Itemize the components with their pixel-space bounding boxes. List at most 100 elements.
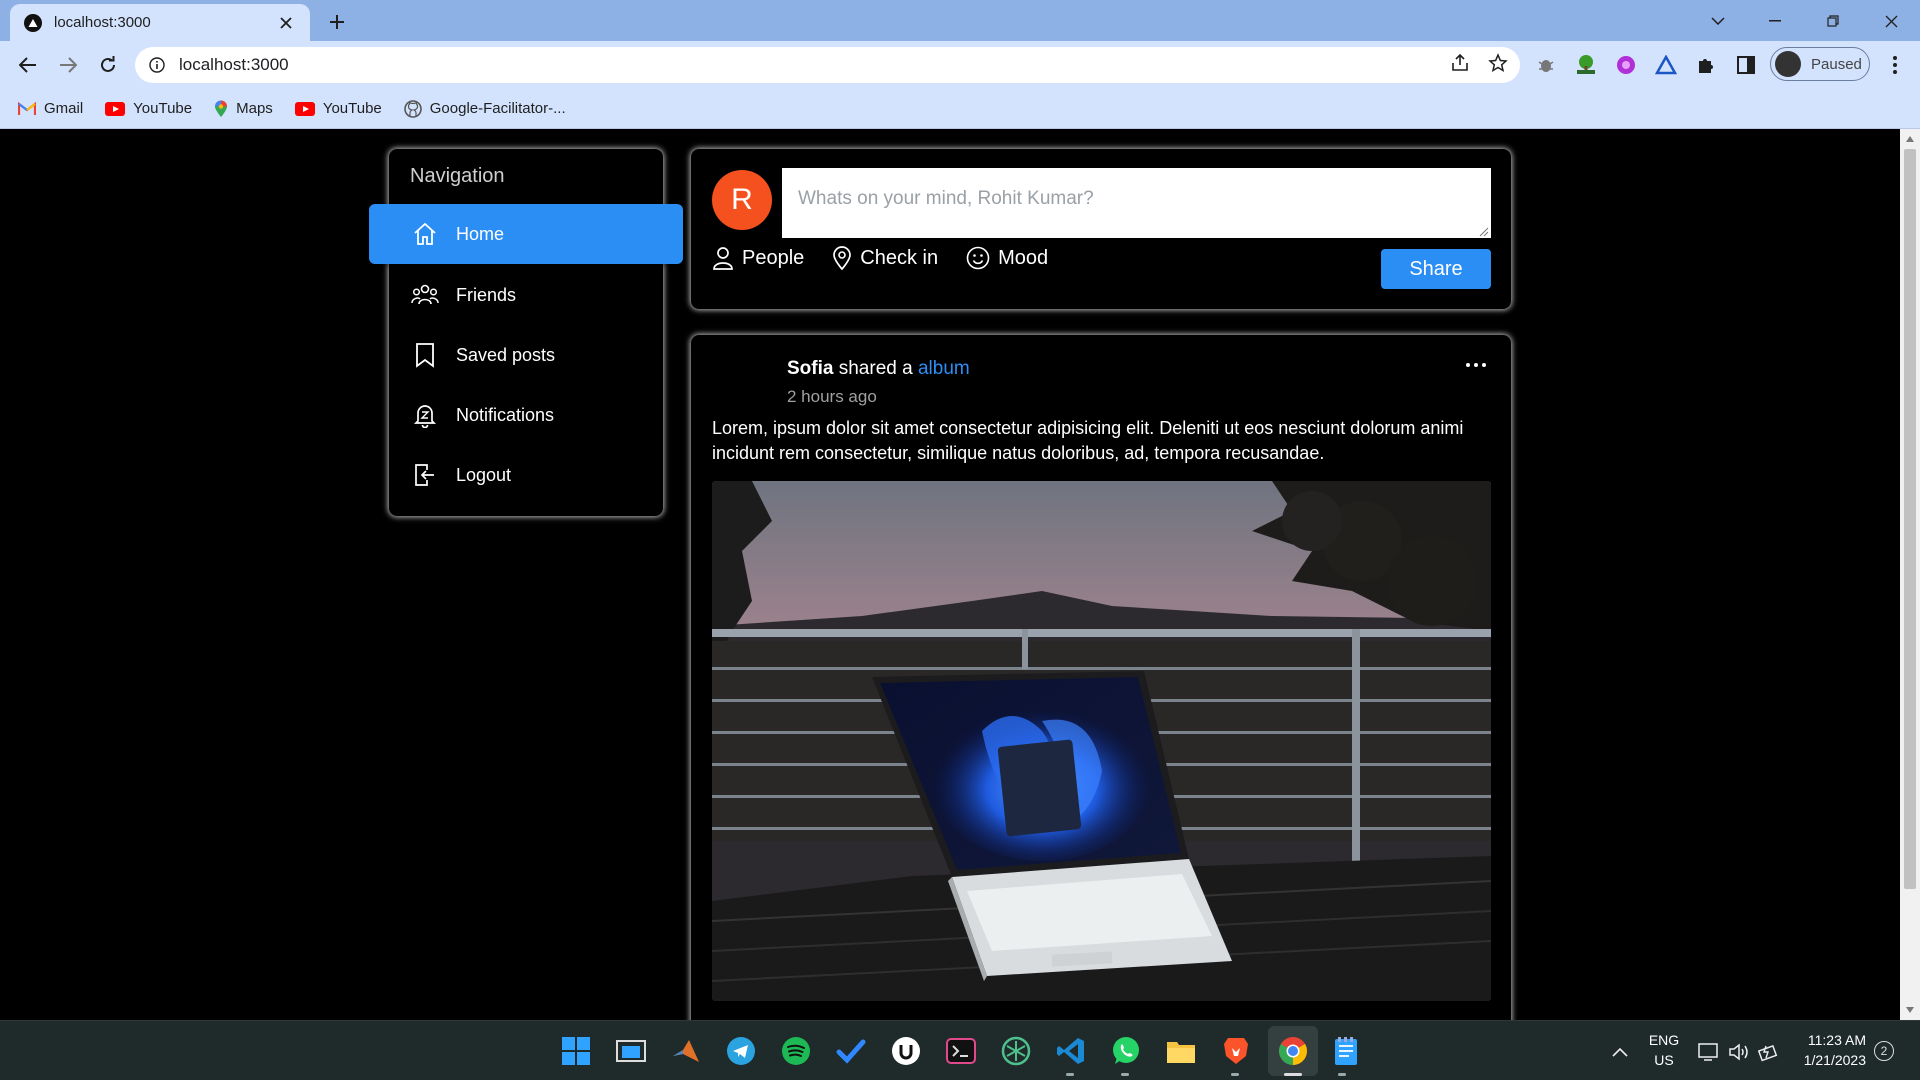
back-arrow-icon[interactable]: [14, 51, 42, 79]
profile-button[interactable]: Paused: [1770, 47, 1870, 81]
todo-checkmark-icon[interactable]: [834, 1034, 868, 1068]
puzzle-extensions-icon[interactable]: [1694, 53, 1718, 77]
post-image[interactable]: [712, 481, 1491, 1001]
telegram-icon[interactable]: [724, 1034, 758, 1068]
spotify-icon[interactable]: [779, 1034, 813, 1068]
browser-tab[interactable]: localhost:3000: [10, 4, 310, 41]
browser-tab-strip: localhost:3000: [0, 0, 1920, 41]
forward-arrow-icon[interactable]: [54, 51, 82, 79]
battery-icon[interactable]: [1758, 1041, 1780, 1063]
bookmark-gmail[interactable]: Gmail: [18, 100, 83, 117]
youtube-icon: [105, 101, 126, 116]
share-page-icon[interactable]: [1450, 53, 1470, 73]
post-composer: R People Check in Mood: [691, 149, 1511, 309]
more-options-icon[interactable]: [1461, 355, 1491, 375]
tab-search-chevron-icon[interactable]: [1703, 6, 1733, 36]
new-tab-plus-icon[interactable]: [324, 9, 350, 35]
status-input[interactable]: [782, 168, 1491, 238]
bookmark-youtube[interactable]: YouTube: [105, 100, 192, 117]
bookmarks-bar: Gmail YouTube Maps YouTube Google-Facili…: [0, 89, 1920, 129]
post-action-text: shared a: [838, 358, 913, 379]
bell-icon: [411, 401, 439, 429]
scroll-down-arrow-icon[interactable]: [1905, 1005, 1915, 1015]
kebab-menu-icon[interactable]: [1883, 51, 1907, 79]
matlab-icon[interactable]: [669, 1034, 703, 1068]
whatsapp-icon[interactable]: [1109, 1034, 1143, 1068]
check-in-button[interactable]: Check in: [832, 246, 938, 270]
chevron-up-icon[interactable]: [1609, 1041, 1631, 1063]
bookmark-star-icon[interactable]: [1488, 53, 1508, 73]
vscode-icon[interactable]: [1054, 1034, 1088, 1068]
windows-start-icon[interactable]: [559, 1034, 593, 1068]
page-scrollbar[interactable]: [1900, 129, 1920, 1020]
info-icon[interactable]: [149, 57, 165, 73]
resize-grip-icon[interactable]: [1479, 227, 1489, 237]
person-icon: [712, 246, 734, 270]
close-tab-icon[interactable]: [276, 13, 296, 33]
chrome-icon[interactable]: [1276, 1034, 1310, 1068]
sidebar-item-logout[interactable]: Logout: [389, 450, 663, 500]
bookmark-icon: [411, 341, 439, 369]
task-view-icon[interactable]: [614, 1034, 648, 1068]
chatgpt-icon[interactable]: [999, 1034, 1033, 1068]
running-indicator: [1066, 1073, 1074, 1076]
bug-extension-icon[interactable]: [1534, 53, 1558, 77]
address-bar[interactable]: localhost:3000: [135, 47, 1520, 83]
sidebar-item-saved-posts[interactable]: Saved posts: [389, 330, 663, 380]
bookmark-youtube-2[interactable]: YouTube: [294, 100, 382, 117]
clock[interactable]: 11:23 AM 1/21/2023: [1796, 1030, 1866, 1070]
avatar: [1775, 51, 1801, 77]
sidebar-item-home[interactable]: Home: [369, 204, 683, 264]
minimize-icon[interactable]: [1760, 6, 1790, 36]
terminal-icon[interactable]: [944, 1034, 978, 1068]
post-timestamp: 2 hours ago: [787, 387, 877, 406]
tag-people-button[interactable]: People: [712, 246, 804, 270]
bookmark-label: Gmail: [44, 100, 84, 117]
purple-extension-icon[interactable]: [1614, 53, 1638, 77]
action-label: Mood: [998, 246, 1049, 269]
share-button[interactable]: Share: [1381, 249, 1491, 289]
windows-taskbar: ENG US 11:23 AM 1/21/2023 2: [0, 1020, 1920, 1080]
reload-icon[interactable]: [94, 51, 122, 79]
region-code: US: [1654, 1052, 1674, 1068]
post-album-link[interactable]: album: [918, 358, 970, 379]
scrollbar-thumb[interactable]: [1904, 149, 1916, 889]
action-label: People: [742, 246, 805, 269]
network-icon[interactable]: [1698, 1041, 1720, 1063]
notepad-icon[interactable]: [1329, 1034, 1363, 1068]
sidebar-item-label: Logout: [456, 464, 512, 485]
avatar[interactable]: R: [712, 170, 772, 230]
sidebar-title: Navigation: [410, 165, 505, 187]
post-author[interactable]: Sofia: [787, 358, 833, 379]
drive-triangle-icon[interactable]: [1654, 53, 1678, 77]
restore-icon[interactable]: [1818, 6, 1848, 36]
sidebar-item-label: Home: [456, 223, 505, 244]
side-panel-icon[interactable]: [1734, 53, 1758, 77]
home-icon: [411, 220, 439, 248]
tree-extension-icon[interactable]: [1574, 53, 1598, 77]
notification-count-badge[interactable]: 2: [1874, 1041, 1894, 1061]
bookmark-label: Maps: [236, 100, 273, 117]
running-indicator-active: [1284, 1073, 1302, 1076]
youtube-icon: [294, 101, 315, 116]
sidebar-item-label: Saved posts: [456, 344, 556, 365]
close-window-icon[interactable]: [1876, 6, 1906, 36]
sidebar-item-friends[interactable]: Friends: [389, 270, 663, 320]
file-explorer-icon[interactable]: [1164, 1034, 1198, 1068]
mood-button[interactable]: Mood: [966, 246, 1048, 270]
brave-browser-icon[interactable]: [1219, 1034, 1253, 1068]
ubisoft-icon[interactable]: [889, 1034, 923, 1068]
volume-icon[interactable]: [1728, 1041, 1750, 1063]
post-body: Lorem, ipsum dolor sit amet consectetur …: [712, 418, 1464, 463]
bookmark-github[interactable]: Google-Facilitator-...: [403, 99, 566, 118]
bookmark-label: YouTube: [322, 100, 382, 117]
sidebar-item-notifications[interactable]: Notifications: [389, 390, 663, 440]
scroll-up-arrow-icon[interactable]: [1905, 134, 1915, 144]
post-header: Sofia shared a album: [787, 358, 970, 380]
clock-time: 11:23 AM: [1807, 1032, 1866, 1048]
input-language[interactable]: ENG US: [1644, 1030, 1684, 1070]
running-indicator: [1231, 1073, 1239, 1076]
bookmark-maps[interactable]: Maps: [214, 100, 273, 118]
bookmark-label: Google-Facilitator-...: [429, 100, 566, 117]
location-pin-icon: [832, 246, 852, 270]
